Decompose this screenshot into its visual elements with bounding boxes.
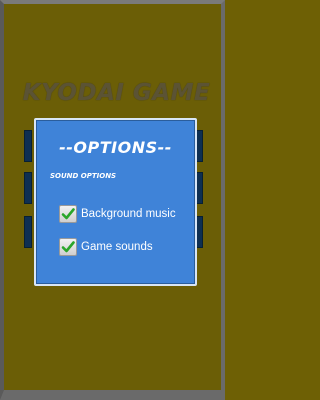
options-title: --OPTIONS--: [59, 138, 172, 157]
background-music-option[interactable]: Background music: [59, 204, 176, 224]
game-title: KYODAI GAME: [22, 80, 211, 106]
game-sounds-label: Game sounds: [81, 241, 153, 253]
background-music-label: Background music: [81, 208, 176, 220]
game-sounds-checkbox[interactable]: [59, 238, 77, 256]
checkmark-icon: [61, 208, 75, 220]
menu-button-edge-left-1[interactable]: [24, 130, 32, 162]
menu-button-edge-left-2[interactable]: [24, 172, 32, 204]
sound-options-label: SOUND OPTIONS: [50, 172, 117, 180]
menu-button-edge-left-3[interactable]: [24, 216, 32, 248]
game-sounds-option[interactable]: Game sounds: [59, 237, 153, 257]
background-music-checkbox[interactable]: [59, 205, 77, 223]
options-dialog: --OPTIONS-- SOUND OPTIONS Background mus…: [34, 118, 197, 286]
checkmark-icon: [61, 241, 75, 253]
screen-frame: KYODAI GAME --OPTIONS-- SOUND OPTIONS Ba…: [0, 0, 225, 400]
